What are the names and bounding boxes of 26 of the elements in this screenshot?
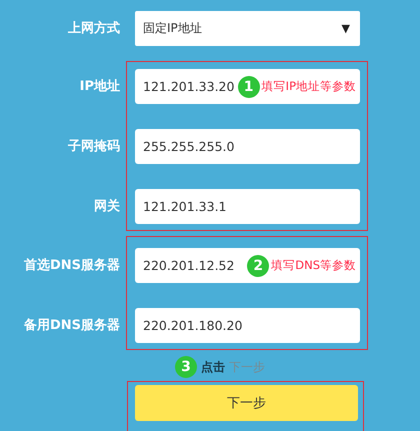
caret-icon: ▼: [342, 22, 350, 35]
field-value: 220.201.12.52: [143, 258, 234, 273]
field-label: 网关: [93, 198, 120, 216]
field-value: 255.255.255.0: [143, 139, 234, 154]
next-button[interactable]: 下一步: [135, 385, 358, 421]
annotation-text: 填写IP地址等参数: [262, 79, 356, 94]
field-label: 备用DNS服务器: [22, 317, 120, 335]
text-field[interactable]: 121.201.33.20 1 填写IP地址等参数: [135, 69, 360, 104]
text-field[interactable]: 121.201.33.1: [135, 189, 360, 224]
text-field[interactable]: 220.201.180.20: [135, 308, 360, 343]
field-label: IP地址: [78, 78, 120, 96]
dropdown-select[interactable]: 固定IP地址 ▼: [135, 11, 360, 46]
hint-target-text: 下一步: [229, 358, 265, 376]
step-number-badge: 2: [247, 254, 270, 276]
field-value: 220.201.180.20: [143, 318, 242, 333]
annotation-text: 填写DNS等参数: [271, 258, 356, 273]
field-label: 上网方式: [67, 20, 120, 38]
step-number-badge: 1: [238, 76, 260, 98]
field-value: 121.201.33.20: [143, 79, 234, 94]
hint-text: 点击: [201, 358, 225, 376]
text-field[interactable]: 255.255.255.0: [135, 129, 360, 164]
field-label: 子网掩码: [67, 138, 120, 156]
field-value: 121.201.33.1: [143, 199, 226, 214]
field-label: 首选DNS服务器: [22, 257, 120, 275]
step-number-badge: 3: [175, 356, 197, 378]
text-field[interactable]: 220.201.12.52 2 填写DNS等参数: [135, 248, 360, 283]
